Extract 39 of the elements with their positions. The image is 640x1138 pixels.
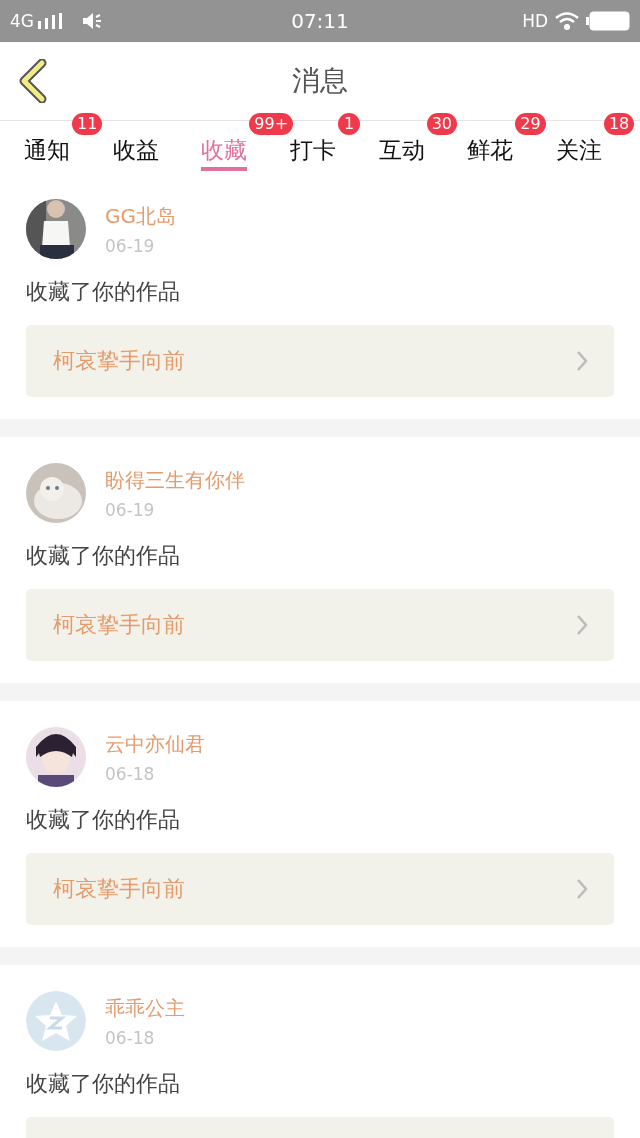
count-badge: 1 [337,113,360,135]
message-text: 收藏了你的作品 [26,1070,181,1098]
tab[interactable]: 打卡 [289,135,336,171]
hd-label: HD [522,11,548,31]
user-name[interactable]: 乖乖公主 [105,995,185,1022]
tab[interactable]: 鲜花 [467,135,514,171]
count-badge: 29 [515,113,546,135]
network-label: 4G [10,11,34,31]
tab[interactable]: 互动 [378,135,425,171]
message-date: 06-18 [105,1028,156,1048]
work-link[interactable]: 柯哀挚手向前 [26,589,614,661]
count-badge: 30 [426,113,457,135]
tab[interactable]: 关注 [555,135,602,171]
count-badge: 11 [72,113,103,135]
user-name[interactable]: 云中亦仙君 [105,731,205,758]
work-link[interactable]: 柯哀挚手向前 [26,853,614,925]
message-text: 收藏了你的作品 [26,278,181,306]
user-name[interactable]: GG北岛 [105,203,176,230]
signal-icon [38,13,62,29]
count-badge: 18 [603,113,635,135]
user-name[interactable]: 盼得三生有你伴 [105,467,245,494]
message-date: 06-18 [105,764,156,784]
battery-icon [586,11,630,31]
chevron-icon [576,878,588,900]
clock: 07:11 [291,9,349,33]
speaker-icon [82,12,104,30]
work-link[interactable]: 柯哀挚手向前 [26,325,614,397]
chevron-icon [576,350,588,372]
count-badge: 99+ [249,113,294,135]
tab[interactable]: 收益 [112,135,159,171]
message-text: 收藏了你的作品 [26,806,181,834]
message-date: 06-19 [105,236,156,256]
tab[interactable]: 通知 [24,135,70,171]
message-date: 06-19 [105,500,156,520]
page-title: 消息 [292,63,348,99]
message-text: 收藏了你的作品 [26,542,181,570]
chevron-icon [576,614,588,636]
wifi-icon [554,11,580,31]
back-button[interactable] [18,59,48,103]
